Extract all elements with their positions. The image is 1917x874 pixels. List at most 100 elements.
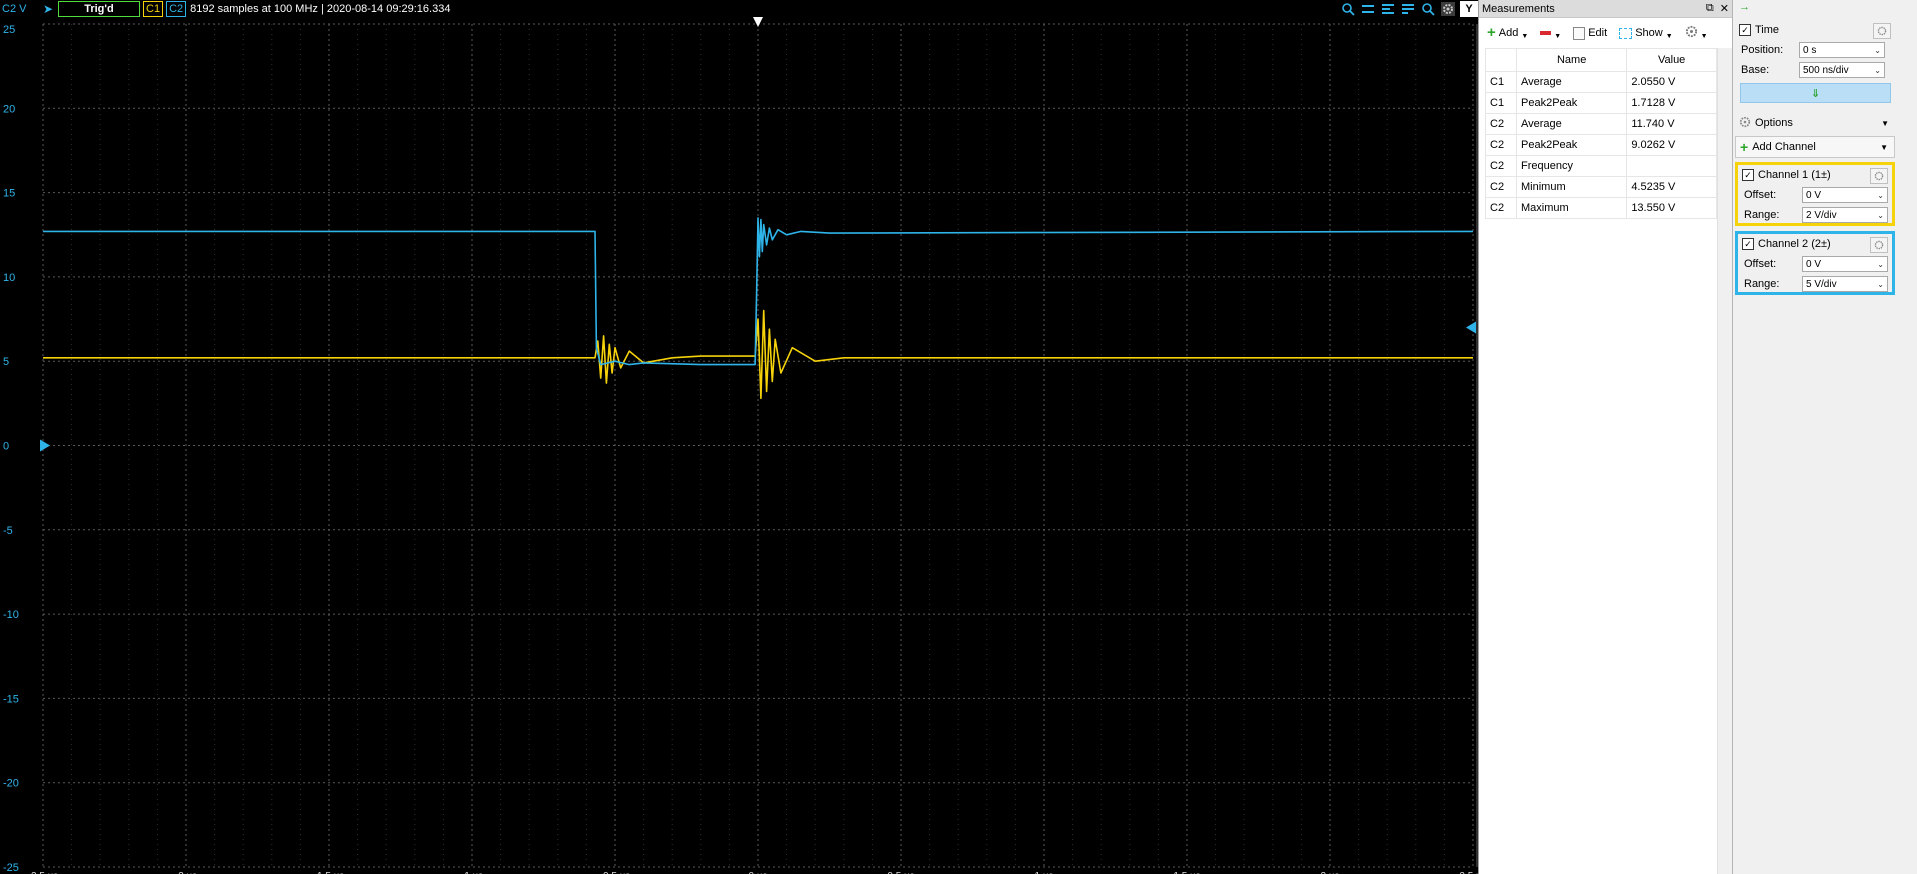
acquisition-info: 8192 samples at 100 MHz | 2020-08-14 09:… [190, 2, 451, 15]
options-label: Options [1755, 117, 1793, 129]
channel1-tag[interactable]: C1 [143, 0, 164, 17]
base-label: Base: [1741, 64, 1770, 76]
table-row[interactable]: C1 Peak2Peak 1.7128 V [1485, 92, 1717, 114]
table-row[interactable]: C1 Average 2.0550 V [1485, 71, 1717, 93]
offset-value: 0 V [1806, 258, 1822, 270]
gear-icon [1877, 26, 1887, 36]
table-row[interactable]: C2 Minimum 4.5235 V [1485, 176, 1717, 198]
channel2-range-select[interactable]: 5 V/div ⌄ [1802, 276, 1888, 292]
table-row[interactable]: C2 Peak2Peak 9.0262 V [1485, 134, 1717, 156]
y-axis-ticks: 25 20 15 10 5 0 -5 -10 -15 -20 -25 [3, 24, 19, 874]
time-header: ✓ Time [1735, 20, 1895, 40]
chevron-down-icon: ⌄ [1877, 259, 1884, 269]
measurements-scrollbar[interactable] [1717, 48, 1732, 874]
measurement-settings-button[interactable]: ▼ [1683, 23, 1710, 43]
down-arrow-icon: ⇓ [1810, 87, 1821, 100]
table-row[interactable]: C2 Frequency [1485, 155, 1717, 177]
channel1-offset-marker [1466, 321, 1476, 334]
dropdown-arrow-icon: ▼ [1880, 142, 1888, 152]
range-value: 2 V/div [1806, 209, 1837, 221]
channel2-offset-select[interactable]: 0 V ⌄ [1802, 256, 1888, 272]
add-channel-button[interactable]: + Add Channel ▼ [1735, 136, 1895, 158]
row-name: Minimum [1515, 176, 1628, 198]
row-channel: C1 [1485, 92, 1517, 114]
magnifier-icon[interactable] [1418, 0, 1438, 17]
add-measurement-button[interactable]: + Add ▼ [1485, 23, 1530, 43]
channel1-settings-button[interactable] [1870, 168, 1888, 184]
add-channel-label: Add Channel [1752, 141, 1816, 153]
oscilloscope-view[interactable]: C2 V ➤ Trig'd C1 C2 8192 samples at 100 … [0, 0, 1478, 874]
channel1-label: Channel 1 (1±) [1758, 169, 1831, 181]
row-value: 1.7128 V [1626, 92, 1717, 114]
time-base-row: Base: 500 ns/div ⌄ [1735, 60, 1895, 80]
remove-measurement-button[interactable]: ▼ [1538, 23, 1563, 43]
channel2-settings-button[interactable] [1870, 237, 1888, 253]
apply-down-button[interactable]: ⇓ [1740, 83, 1891, 103]
channel2-tag[interactable]: C2 [166, 0, 187, 17]
y-tick-label: 20 [3, 103, 15, 115]
plus-icon: + [1487, 24, 1496, 41]
channel1-offset-select[interactable]: 0 V ⌄ [1802, 187, 1888, 203]
chevron-down-icon: ⌄ [1877, 190, 1884, 200]
close-icon[interactable]: ✕ [1720, 2, 1729, 15]
row-channel: C2 [1485, 113, 1517, 135]
position-select[interactable]: 0 s ⌄ [1799, 42, 1885, 58]
zoom-vertical-icon[interactable] [1378, 0, 1398, 17]
waveform-plot[interactable]: 2520151050-5-10-15-20-25 -2.5 us-2 us-1.… [0, 17, 1478, 874]
zoom-horizontal-icon[interactable] [1358, 0, 1378, 17]
y-tick-label: -20 [3, 778, 19, 790]
zoom-box-icon[interactable] [1398, 0, 1418, 17]
collapse-arrow-icon[interactable]: → [1739, 1, 1750, 13]
y-axis-title: C2 V [2, 2, 27, 15]
y-tick-label: 0 [3, 441, 9, 453]
run-arrow-icon[interactable]: ➤ [38, 2, 58, 16]
chevron-down-icon: ⌄ [1874, 45, 1881, 55]
y-axis-button[interactable]: Y [1460, 0, 1478, 17]
dropdown-arrow-icon: ▼ [1554, 32, 1562, 40]
show-measurement-button[interactable]: Show ▼ [1617, 23, 1674, 43]
offset-label: Offset: [1744, 258, 1777, 270]
chevron-down-icon: ⌄ [1874, 65, 1881, 75]
row-channel: C2 [1485, 155, 1517, 177]
row-channel: C2 [1485, 176, 1517, 198]
table-row[interactable]: C2 Maximum 13.550 V [1485, 197, 1717, 219]
trigger-marker [753, 17, 763, 27]
time-settings-button[interactable] [1873, 23, 1891, 39]
row-channel: C1 [1485, 71, 1517, 93]
zoom-in-icon[interactable] [1338, 0, 1358, 17]
measurements-toolbar: + Add ▼ ▼ Edit Show ▼ ▼ [1479, 18, 1732, 48]
row-value: 2.0550 V [1626, 71, 1717, 93]
channel1-checkbox[interactable]: ✓ [1742, 169, 1754, 181]
edit-label: Edit [1588, 27, 1608, 39]
options-button[interactable]: Options ▼ [1735, 113, 1895, 133]
row-channel: C2 [1485, 197, 1517, 219]
settings-gear-icon[interactable] [1438, 0, 1458, 17]
scope-top-bar: C2 V ➤ Trig'd C1 C2 8192 samples at 100 … [0, 0, 1478, 17]
base-select[interactable]: 500 ns/div ⌄ [1799, 62, 1885, 78]
y-tick-label: -25 [3, 862, 19, 874]
gear-icon [1874, 171, 1884, 181]
offset-value: 0 V [1806, 189, 1822, 201]
channel1-header: ✓ Channel 1 (1±) [1738, 165, 1892, 185]
float-window-icon[interactable]: ⧉ [1706, 2, 1714, 15]
channel-markers[interactable] [40, 17, 1478, 867]
edit-measurement-button[interactable]: Edit [1571, 23, 1609, 43]
y-tick-label: -10 [3, 609, 19, 621]
chevron-down-icon: ⌄ [1877, 279, 1884, 289]
dropdown-arrow-icon: ▼ [1665, 32, 1673, 40]
time-checkbox[interactable]: ✓ [1739, 24, 1751, 36]
channel1-range-select[interactable]: 2 V/div ⌄ [1802, 207, 1888, 223]
major-grid [42, 23, 1474, 868]
y-tick-label: -15 [3, 693, 19, 705]
chevron-down-icon: ⌄ [1877, 210, 1884, 220]
row-value: 4.5235 V [1626, 176, 1717, 198]
row-channel: C2 [1485, 134, 1517, 156]
row-value [1626, 155, 1717, 177]
gear-icon [1874, 240, 1884, 250]
channel2-checkbox[interactable]: ✓ [1742, 238, 1754, 250]
channel-column-header [1485, 48, 1517, 72]
channel2-group: ✓ Channel 2 (2±) Offset: 0 V ⌄ Range: 5 V… [1735, 231, 1895, 295]
table-row[interactable]: C2 Average 11.740 V [1485, 113, 1717, 135]
y-tick-label: 10 [3, 272, 15, 284]
channel1-group: ✓ Channel 1 (1±) Offset: 0 V ⌄ Range: 2 V… [1735, 162, 1895, 226]
